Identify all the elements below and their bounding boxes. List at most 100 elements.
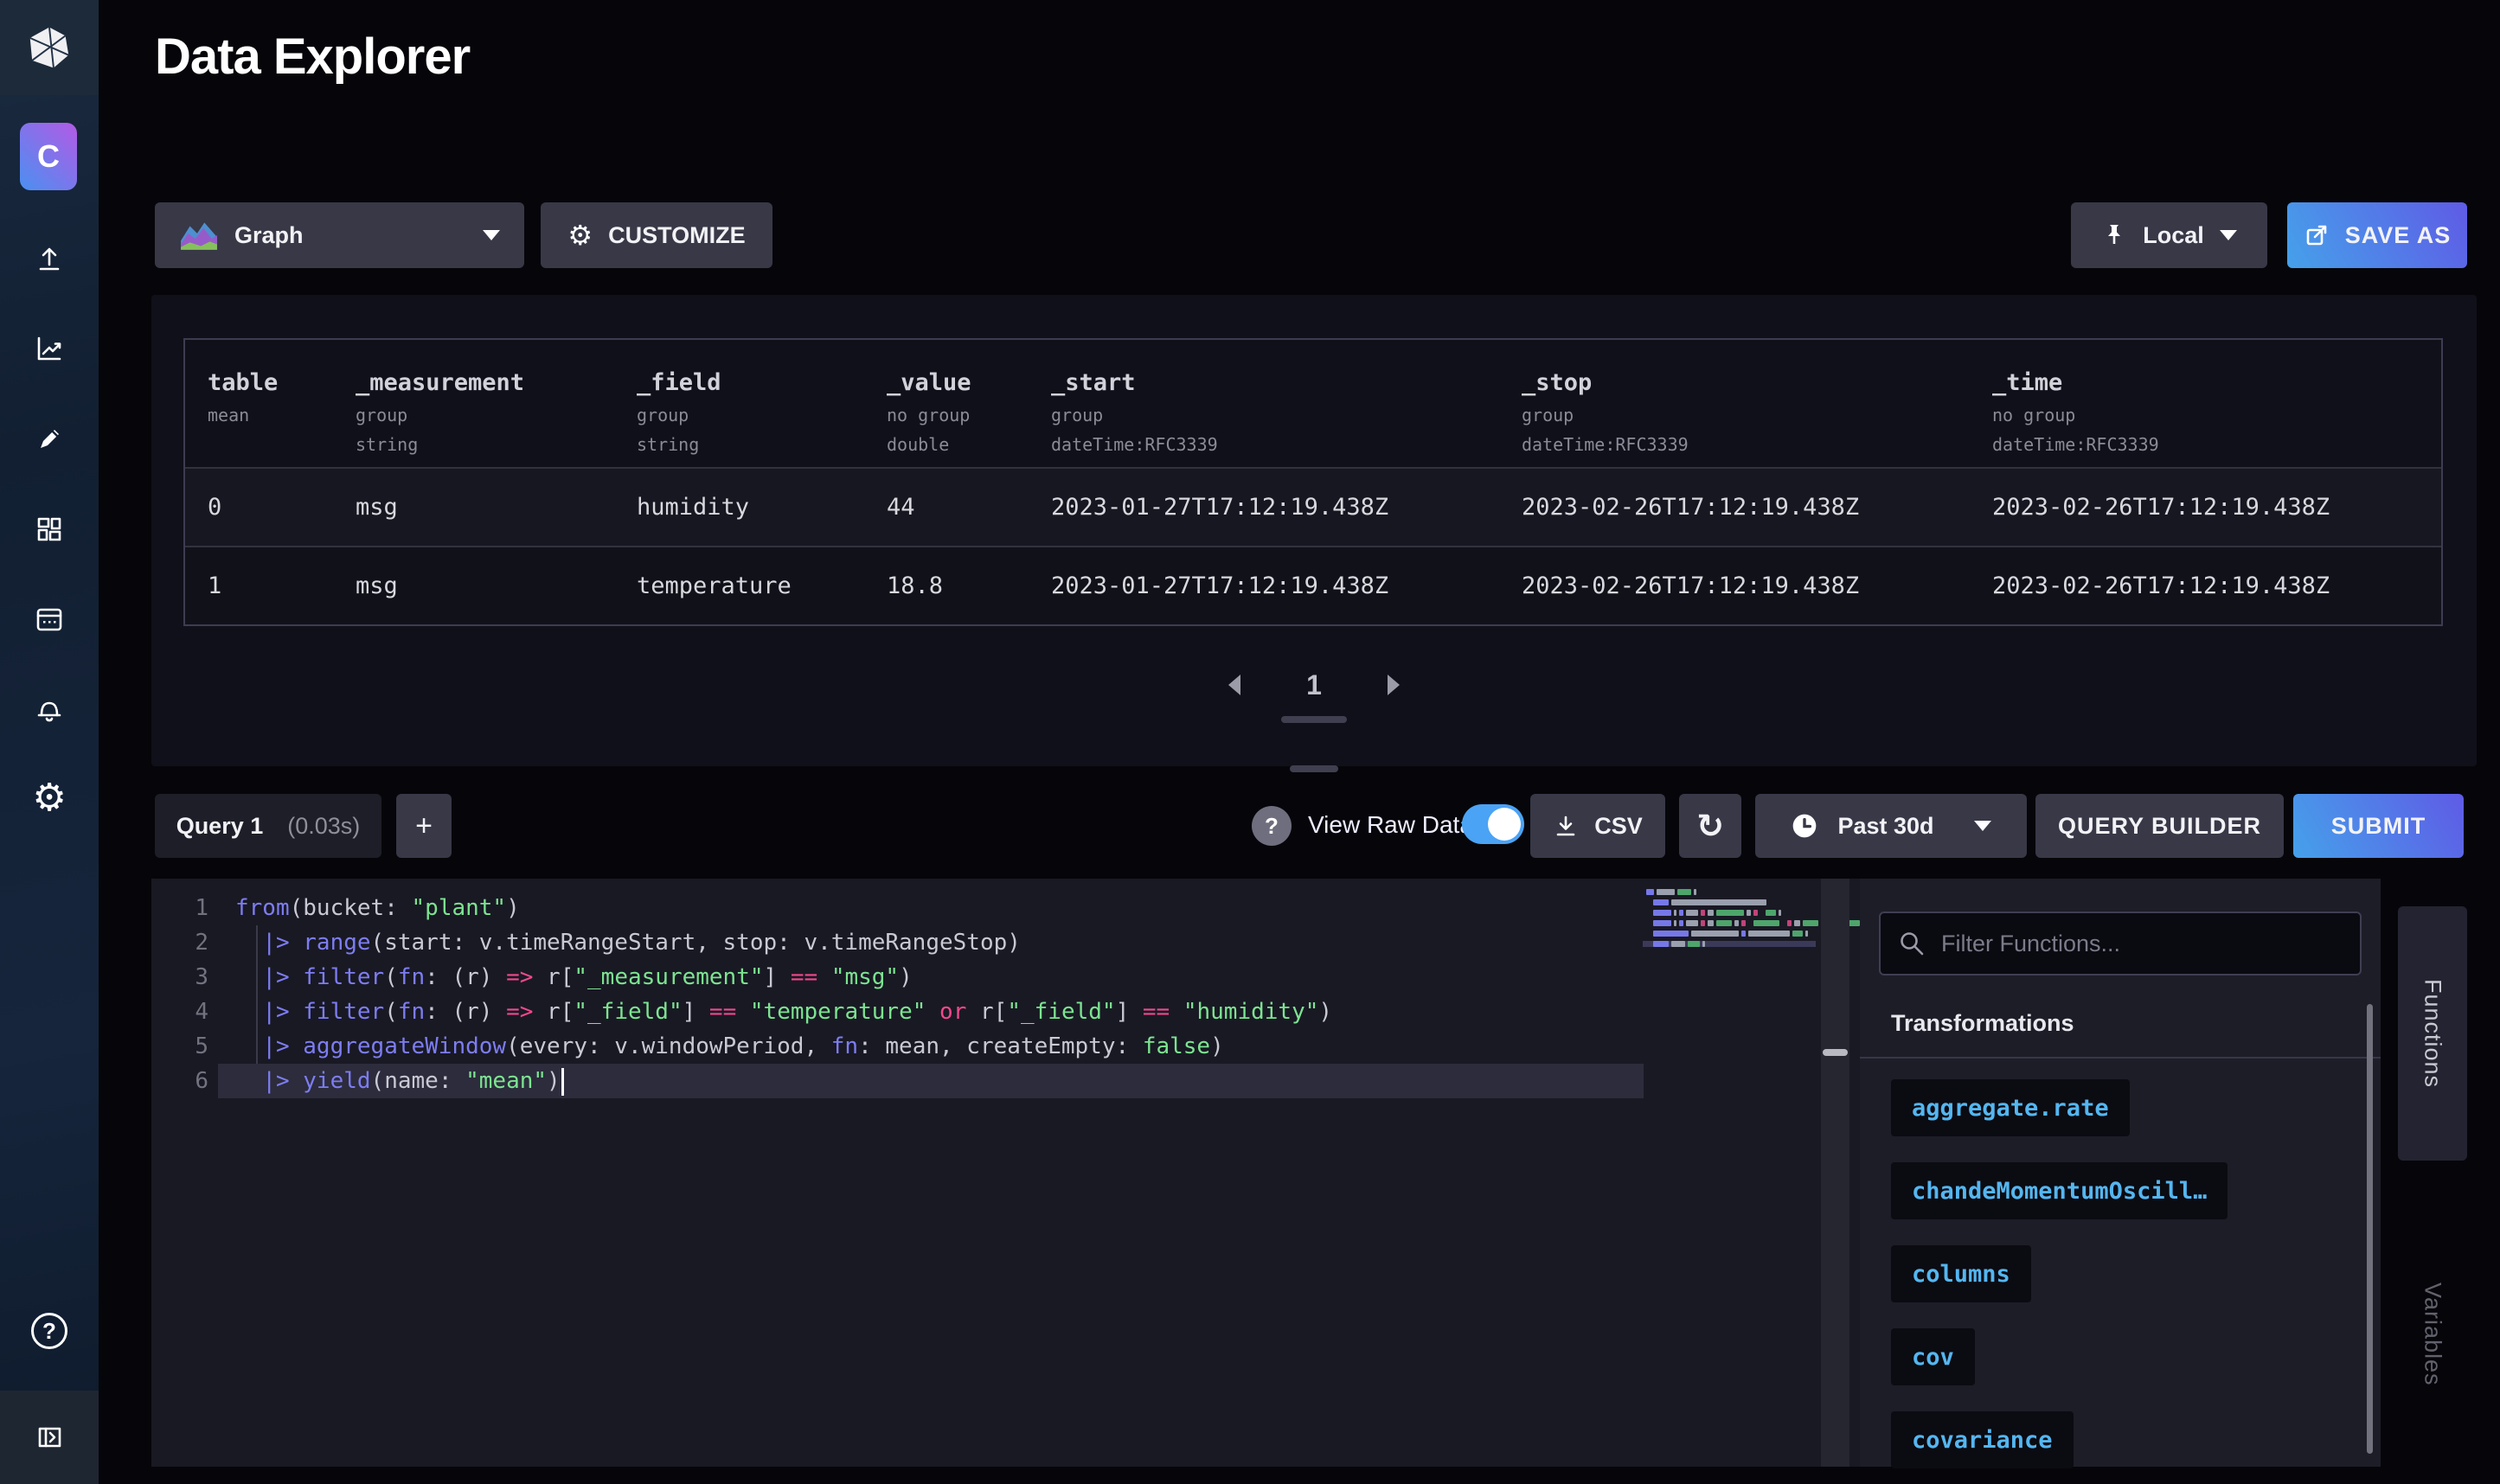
column-header: _stop group dateTime:RFC3339 (1522, 340, 1992, 467)
refresh-icon: ↻ (1696, 809, 1724, 842)
flux-code-editor[interactable]: 123456 from(bucket: "plant") |> range(st… (151, 879, 1860, 1467)
table-row[interactable]: 1msgtemperature18.82023-01-27T17:12:19.4… (185, 546, 2441, 624)
view-raw-data-label: View Raw Data (1308, 811, 1473, 839)
divider-drag-handle[interactable] (1823, 1049, 1848, 1056)
help-icon[interactable]: ? (0, 1300, 99, 1362)
table-cell: 0 (208, 494, 356, 521)
line-number: 4 (151, 995, 208, 1029)
column-header: _field group string (637, 340, 887, 467)
customize-button[interactable]: ⚙ CUSTOMIZE (541, 202, 772, 268)
export-icon (2304, 222, 2330, 248)
tasks-calendar-icon[interactable] (0, 588, 99, 650)
function-chip[interactable]: aggregate.rate (1891, 1079, 2130, 1136)
query-builder-button[interactable]: QUERY BUILDER (2035, 794, 2284, 858)
tab-functions[interactable]: Functions (2398, 906, 2467, 1161)
search-icon (1898, 930, 1926, 957)
table-cell: 1 (208, 572, 356, 599)
submit-button[interactable]: SUBMIT (2293, 794, 2464, 858)
visualization-type-label: Graph (234, 222, 304, 249)
code-lines[interactable]: from(bucket: "plant") |> range(start: v.… (218, 891, 1644, 1098)
line-number: 3 (151, 960, 208, 995)
dashboards-icon[interactable] (0, 498, 99, 560)
page-title: Data Explorer (155, 28, 470, 86)
table-cell: humidity (637, 494, 887, 521)
expand-sidebar-icon[interactable] (0, 1391, 99, 1484)
clock-icon (1791, 812, 1818, 840)
page-number: 1 (1306, 669, 1322, 701)
functions-scrollbar[interactable] (2367, 1004, 2373, 1454)
data-explorer-page: C ⚙ ? Data Explorer (0, 0, 2500, 1484)
table-row[interactable]: 0msghumidity442023-01-27T17:12:19.438Z20… (185, 467, 2441, 546)
code-line[interactable]: |> range(start: v.timeRangeStart, stop: … (218, 925, 1644, 960)
code-line[interactable]: |> filter(fn: (r) => r["_measurement"] =… (218, 960, 1644, 995)
table-cell: 2023-01-27T17:12:19.438Z (1051, 494, 1522, 521)
customize-label: CUSTOMIZE (608, 222, 746, 249)
gear-icon: ⚙ (567, 221, 593, 249)
query-duration: (0.03s) (287, 813, 360, 840)
filter-functions-input[interactable] (1941, 931, 2343, 957)
functions-panel: Transformations aggregate.rate chandeMome… (1860, 879, 2381, 1467)
pagination-scrollbar[interactable] (1281, 716, 1347, 723)
time-range-dropdown[interactable]: Past 30d (1755, 794, 2027, 858)
filter-functions-searchbox[interactable] (1879, 912, 2362, 975)
help-question-icon[interactable]: ? (1252, 806, 1292, 846)
table-cell: 2023-02-26T17:12:19.438Z (1522, 494, 1992, 521)
code-line[interactable]: from(bucket: "plant") (218, 891, 1644, 925)
editor-minimap[interactable] (1643, 889, 1816, 951)
panel-resize-handle[interactable] (1290, 765, 1338, 772)
chevron-down-icon (2220, 230, 2237, 240)
load-data-icon[interactable] (0, 227, 99, 289)
alerts-bell-icon[interactable] (0, 678, 99, 740)
function-chip[interactable]: cov (1891, 1328, 1975, 1385)
line-number-gutter: 123456 (151, 891, 208, 1098)
query-tab-label: Query 1 (176, 813, 264, 840)
next-page-button[interactable] (1388, 675, 1400, 695)
csv-download-button[interactable]: CSV (1530, 794, 1665, 858)
refresh-button[interactable]: ↻ (1679, 794, 1741, 858)
transformations-section-title: Transformations (1891, 1010, 2074, 1037)
question-mark: ? (1265, 813, 1279, 840)
table-cell: 2023-01-27T17:12:19.438Z (1051, 572, 1522, 599)
pin-icon (2101, 222, 2127, 248)
query-builder-label: QUERY BUILDER (2058, 813, 2261, 840)
view-raw-data-toggle[interactable] (1462, 804, 1524, 844)
settings-gear-icon[interactable]: ⚙ (0, 767, 99, 829)
visualization-type-dropdown[interactable]: Graph (155, 202, 524, 268)
code-line[interactable]: |> aggregateWindow(every: v.windowPeriod… (218, 1029, 1644, 1064)
save-location-dropdown[interactable]: Local (2071, 202, 2267, 268)
function-chip[interactable]: chandeMomentumOscill… (1891, 1162, 2228, 1219)
line-number: 6 (151, 1064, 208, 1098)
editor-panel-divider[interactable] (1821, 879, 1849, 1467)
influxdb-logo[interactable] (0, 0, 99, 95)
save-as-label: SAVE AS (2345, 222, 2452, 249)
column-header: _measurement group string (356, 340, 637, 467)
code-line[interactable]: |> yield(name: "mean") (218, 1064, 1644, 1098)
chevron-down-icon (1974, 821, 1991, 831)
save-as-button[interactable]: SAVE AS (2287, 202, 2467, 268)
code-line[interactable]: |> filter(fn: (r) => r["_field"] == "tem… (218, 995, 1644, 1029)
org-avatar[interactable]: C (20, 123, 77, 190)
function-chip[interactable]: covariance (1891, 1411, 2074, 1468)
line-number: 1 (151, 891, 208, 925)
area-graph-icon (179, 217, 219, 253)
prev-page-button[interactable] (1228, 675, 1240, 695)
pagination: 1 (151, 665, 2477, 705)
table-header-row: table mean _measurement group string _fi… (185, 340, 2441, 467)
tab-variables[interactable]: Variables (2398, 1207, 2467, 1462)
data-explorer-icon[interactable] (0, 317, 99, 380)
section-divider (1860, 1057, 2381, 1059)
function-chip[interactable]: columns (1891, 1245, 2031, 1302)
avatar-letter: C (37, 138, 60, 175)
toggle-knob (1488, 808, 1521, 841)
download-icon (1553, 813, 1579, 839)
table-cell: msg (356, 572, 637, 599)
raw-data-panel: table mean _measurement group string _fi… (151, 295, 2477, 766)
time-range-label: Past 30d (1837, 813, 1933, 840)
sidebar: C ⚙ ? (0, 0, 99, 1484)
table-cell: 18.8 (887, 572, 1051, 599)
add-query-button[interactable]: + (396, 794, 452, 858)
text-cursor (561, 1068, 564, 1096)
column-header: _start group dateTime:RFC3339 (1051, 340, 1522, 467)
notebooks-icon[interactable] (0, 408, 99, 470)
query-tab[interactable]: Query 1 (0.03s) (155, 794, 381, 858)
